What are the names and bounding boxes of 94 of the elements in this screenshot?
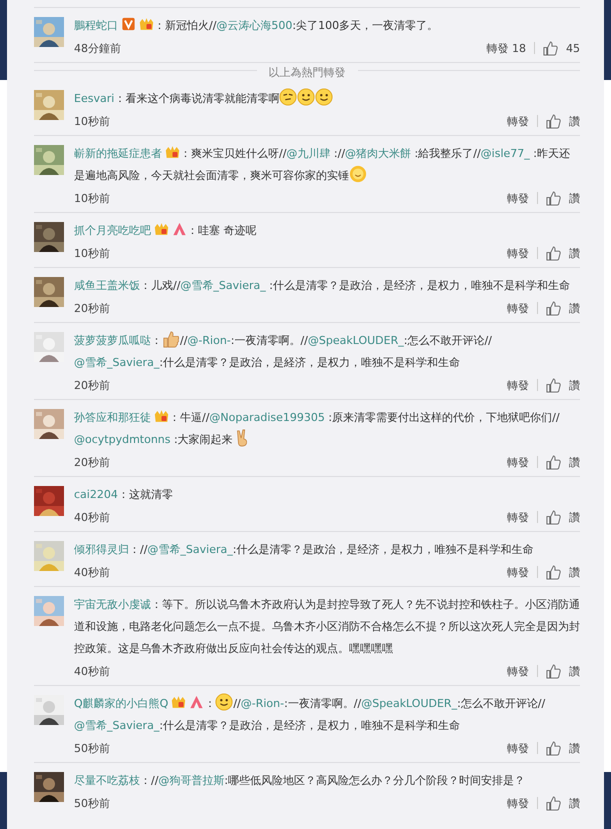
repost-button[interactable]: 轉發	[507, 246, 529, 260]
mention-link[interactable]: @雪希_Saviera_	[147, 543, 233, 556]
repost-button[interactable]: 轉發	[507, 740, 529, 756]
repost-button[interactable]: 轉發 18	[486, 40, 526, 56]
thumbs-up-icon	[546, 378, 561, 392]
thumbs-up-icon	[543, 40, 558, 56]
thumbs-up-icon	[546, 664, 561, 678]
comment-text: 孙答应和那狂徒 ：牛逼//@Noparadise199305 :原来清零需要付出这样的代价，下地狱吧你们// @ocytpydmtonns :大家闹起来	[74, 408, 561, 449]
repost-button[interactable]: 轉發	[507, 378, 529, 392]
comment-text: cai2204：这就清零	[74, 487, 174, 503]
thumbs-up-icon	[162, 330, 180, 348]
comment-text: 嶄新的拖延症患者 ：爽米宝贝姓什么呀//@九川肆 ://@猪肉大米餅 :給我整乐了//@isle77_ :昨天还是遍地高风险，今天就社会面清零，爽米可容你家的实锤	[74, 144, 571, 185]
like-button[interactable]: 讚	[546, 300, 580, 316]
like-button[interactable]: 讚	[546, 510, 580, 524]
comment-text: Eesvari：看来这个病毒说清零就能清零啊	[74, 88, 580, 110]
like-button[interactable]: 讚	[546, 740, 580, 756]
repost-button[interactable]: 轉發	[507, 564, 529, 580]
comment-text: 倾邪得灵归：//@雪希_Saviera_:什么是清零？是政治，是经济，是权力，唯独不是科学和生命	[74, 542, 534, 558]
section-divider-label: 以上為熱門轉發	[268, 64, 346, 80]
user-name-link[interactable]: 嶄新的拖延症患者	[74, 147, 162, 160]
user-name-link[interactable]: 宇宙无敌小虔诚	[74, 598, 151, 611]
comment-text: Q麒麟家的小白熊Q ： //@-Rion-:一夜清零啊。//@SpeakLOUDER_:怎么不敢开评论// @雪希_Saviera_:什么是清零？是政治，是经济，是权力，唯独不是科学和生命	[74, 693, 580, 737]
smiley-icon	[297, 88, 316, 106]
mention-link[interactable]: @狗哥普拉斯	[158, 774, 224, 787]
thumbs-up-icon	[546, 190, 561, 206]
timestamp: 20秒前	[74, 300, 110, 316]
repost-button[interactable]: 轉發	[507, 510, 529, 524]
mention-link[interactable]: @雪希_Saviera_	[74, 719, 160, 732]
like-button[interactable]: 讚	[546, 664, 580, 678]
comment-text: 宇宙无敌小虔诚：等下。所以说乌鲁木齐政府认为是封控导致了死人？先不说封控和铁柱子。小区消防通道和设施，电路老化问题怎么一点不提。乌鲁木齐小区消防不合格怎么不提？所以这次死人完全是因为封控政策。这是乌鲁木齐政府做出反应向社会传达的观点。嘿嘿嘿嘿	[74, 597, 580, 657]
smiley-icon	[315, 88, 334, 106]
mention-link[interactable]: @云涛心海500	[216, 19, 292, 32]
user-name-link[interactable]: cai2204	[74, 488, 118, 501]
timestamp: 40秒前	[74, 664, 110, 678]
mention-link[interactable]: @isle77_	[480, 147, 530, 160]
like-button[interactable]: 讚	[546, 378, 580, 392]
like-button[interactable]: 讚	[546, 796, 580, 810]
thumbs-up-icon	[546, 300, 561, 316]
timestamp: 20秒前	[74, 454, 110, 470]
thumbs-up-icon	[546, 740, 561, 756]
comment-text: 鵬程蛇口 ：新冠怕火//@云涛心海500:尖了100多天，一夜清零了。	[74, 16, 440, 34]
repost-button[interactable]: 轉發	[507, 190, 529, 206]
user-name-link[interactable]: 咸鱼王盖米饭	[74, 279, 140, 292]
timestamp: 10秒前	[74, 190, 110, 206]
thumbs-up-icon	[546, 454, 561, 470]
user-name-link[interactable]: 尽量不吃荔枝	[74, 774, 140, 787]
user-name-link[interactable]: 菠萝菠萝瓜呱哒	[74, 334, 151, 347]
repost-button[interactable]: 轉發	[507, 300, 529, 316]
mention-link[interactable]: @雪希_Saviera_	[74, 356, 160, 369]
comment-text: 尽量不吃荔枝：//@狗哥普拉斯:哪些低风险地区？高风险怎么办？分几个阶段？时间安排是？	[74, 773, 526, 789]
mention-link[interactable]: @九川肆	[286, 147, 330, 160]
timestamp: 40秒前	[74, 510, 110, 524]
mention-link[interactable]: @-Rion-	[240, 697, 284, 710]
user-name-link[interactable]: 抓个月亮吃吃吧	[74, 224, 151, 237]
mention-link[interactable]: @Noparadise199305	[209, 411, 325, 424]
like-button[interactable]: 讚	[546, 114, 580, 128]
mention-link[interactable]: @-Rion-	[187, 334, 231, 347]
user-name-link[interactable]: 鵬程蛇口	[74, 19, 118, 32]
timestamp: 10秒前	[74, 246, 110, 260]
thumbs-up-icon	[546, 796, 561, 810]
thumbs-up-icon	[546, 510, 561, 524]
comment-text: 咸鱼王盖米饭：儿戏//@雪希_Saviera_ :什么是清零？是政治，是经济，是权力，唯独不是科学和生命	[74, 278, 571, 294]
like-button[interactable]: 讚	[546, 454, 580, 470]
timestamp: 50秒前	[74, 796, 110, 810]
repost-button[interactable]: 轉發	[507, 796, 529, 810]
repost-button[interactable]: 轉發	[507, 664, 529, 678]
mention-link[interactable]: @ocytpydmtonns	[74, 433, 171, 446]
like-button[interactable]: 讚	[546, 246, 580, 260]
user-name-link[interactable]: 倾邪得灵归	[74, 543, 129, 556]
timestamp: 48分鐘前	[74, 40, 121, 56]
comment-text: 菠萝菠萝瓜呱哒： //@-Rion-:一夜清零啊。//@SpeakLOUDER_:怎么不敢开评论// @雪希_Saviera_:什么是清零？是政治，是経济，是权力，唯独不是科学和生命	[74, 330, 580, 374]
thumbs-up-icon	[546, 564, 561, 580]
user-name-link[interactable]: Eesvari	[74, 92, 114, 105]
comment-text: 抓个月亮吃吃吧 ：哇塞 奇迹呢	[74, 221, 258, 239]
mention-link[interactable]: @SpeakLOUDER_	[361, 697, 458, 710]
thumbs-up-icon	[546, 246, 561, 260]
repost-button[interactable]: 轉發	[507, 114, 529, 128]
user-name-link[interactable]: Q麒麟家的小白熊Q	[74, 697, 168, 710]
thumbs-up-icon	[546, 114, 561, 128]
smirk-icon	[279, 88, 298, 106]
mention-link[interactable]: @猪肉大米餅	[345, 147, 412, 160]
mention-link[interactable]: @雪希_Saviera_	[180, 279, 266, 292]
user-name-link[interactable]: 孙答应和那狂徒	[74, 411, 151, 424]
timestamp: 10秒前	[74, 114, 110, 128]
timestamp: 40秒前	[74, 564, 110, 580]
timestamp: 50秒前	[74, 740, 110, 756]
mention-link[interactable]: @SpeakLOUDER_	[308, 334, 404, 347]
sun-icon	[349, 165, 367, 183]
like-button[interactable]: 45	[543, 40, 580, 56]
timestamp: 20秒前	[74, 378, 110, 392]
repost-button[interactable]: 轉發	[507, 454, 529, 470]
smiley-icon	[215, 693, 234, 711]
like-button[interactable]: 讚	[546, 190, 580, 206]
like-button[interactable]: 讚	[546, 564, 580, 580]
